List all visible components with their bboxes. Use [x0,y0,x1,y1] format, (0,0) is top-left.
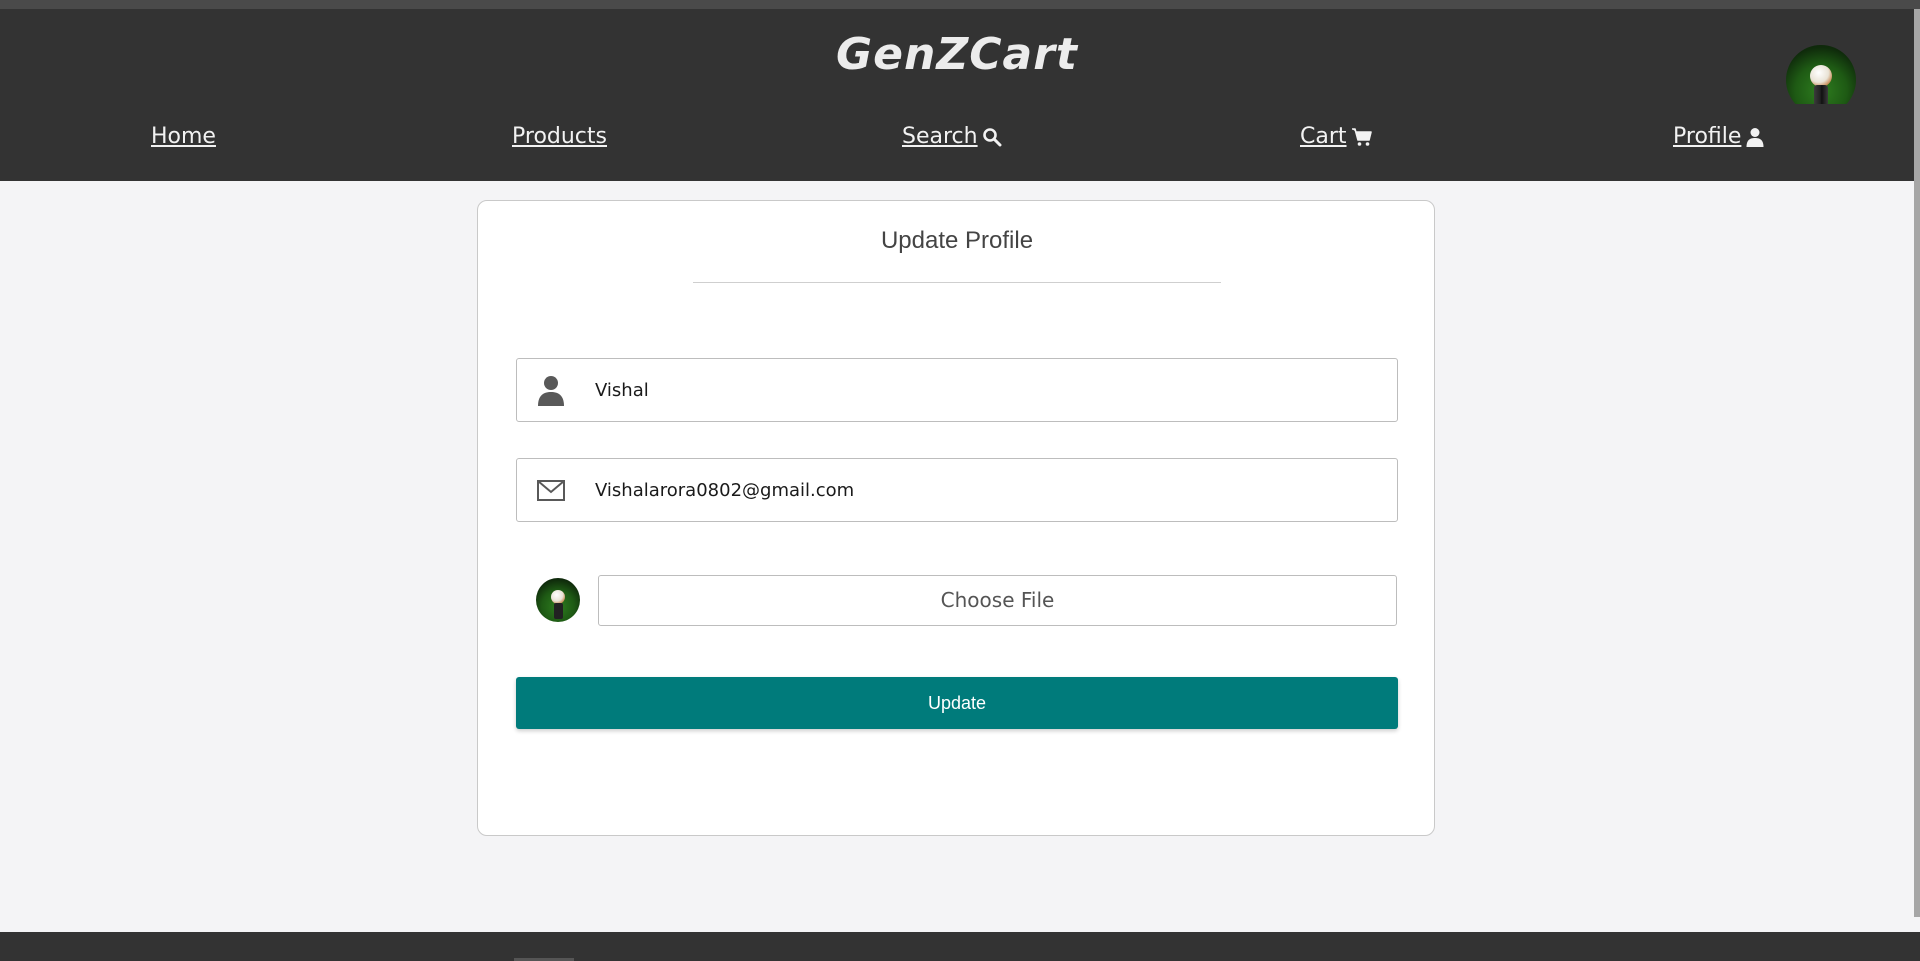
name-field[interactable] [516,358,1398,423]
preview-figure [554,603,563,619]
user-icon [538,376,564,406]
nav-cart[interactable]: Cart [1300,124,1373,149]
scrollbar-thumb[interactable] [1914,9,1920,917]
preview-ball [551,590,565,604]
main-nav: Home Products Search Cart Profile [0,104,1914,181]
update-profile-card: Update Profile Choose File Update [477,200,1435,836]
site-footer [0,932,1920,961]
name-input[interactable] [595,359,1375,423]
update-button[interactable]: Update [516,677,1398,729]
brand-title[interactable]: GenZCart [0,29,1914,80]
nav-search[interactable]: Search [902,124,1002,149]
nav-home[interactable]: Home [151,124,216,149]
profile-image-preview [536,578,580,622]
nav-cart-label: Cart [1300,124,1347,149]
nav-search-label: Search [902,124,978,149]
user-icon [1746,127,1764,147]
nav-profile-label: Profile [1673,124,1742,149]
site-header: GenZCart [0,9,1914,104]
email-field[interactable] [516,458,1398,523]
nav-home-label: Home [151,124,216,149]
nav-profile[interactable]: Profile [1673,124,1765,149]
email-input[interactable] [595,459,1375,523]
title-divider [693,282,1221,283]
top-border [0,0,1920,9]
nav-products-label: Products [512,124,607,149]
cart-icon [1351,127,1372,146]
nav-products[interactable]: Products [512,124,607,149]
search-icon [982,127,1002,146]
avatar-ball [1810,65,1832,87]
choose-file-button[interactable]: Choose File [598,575,1397,626]
mail-icon [537,480,565,501]
form-title: Update Profile [880,227,1034,254]
